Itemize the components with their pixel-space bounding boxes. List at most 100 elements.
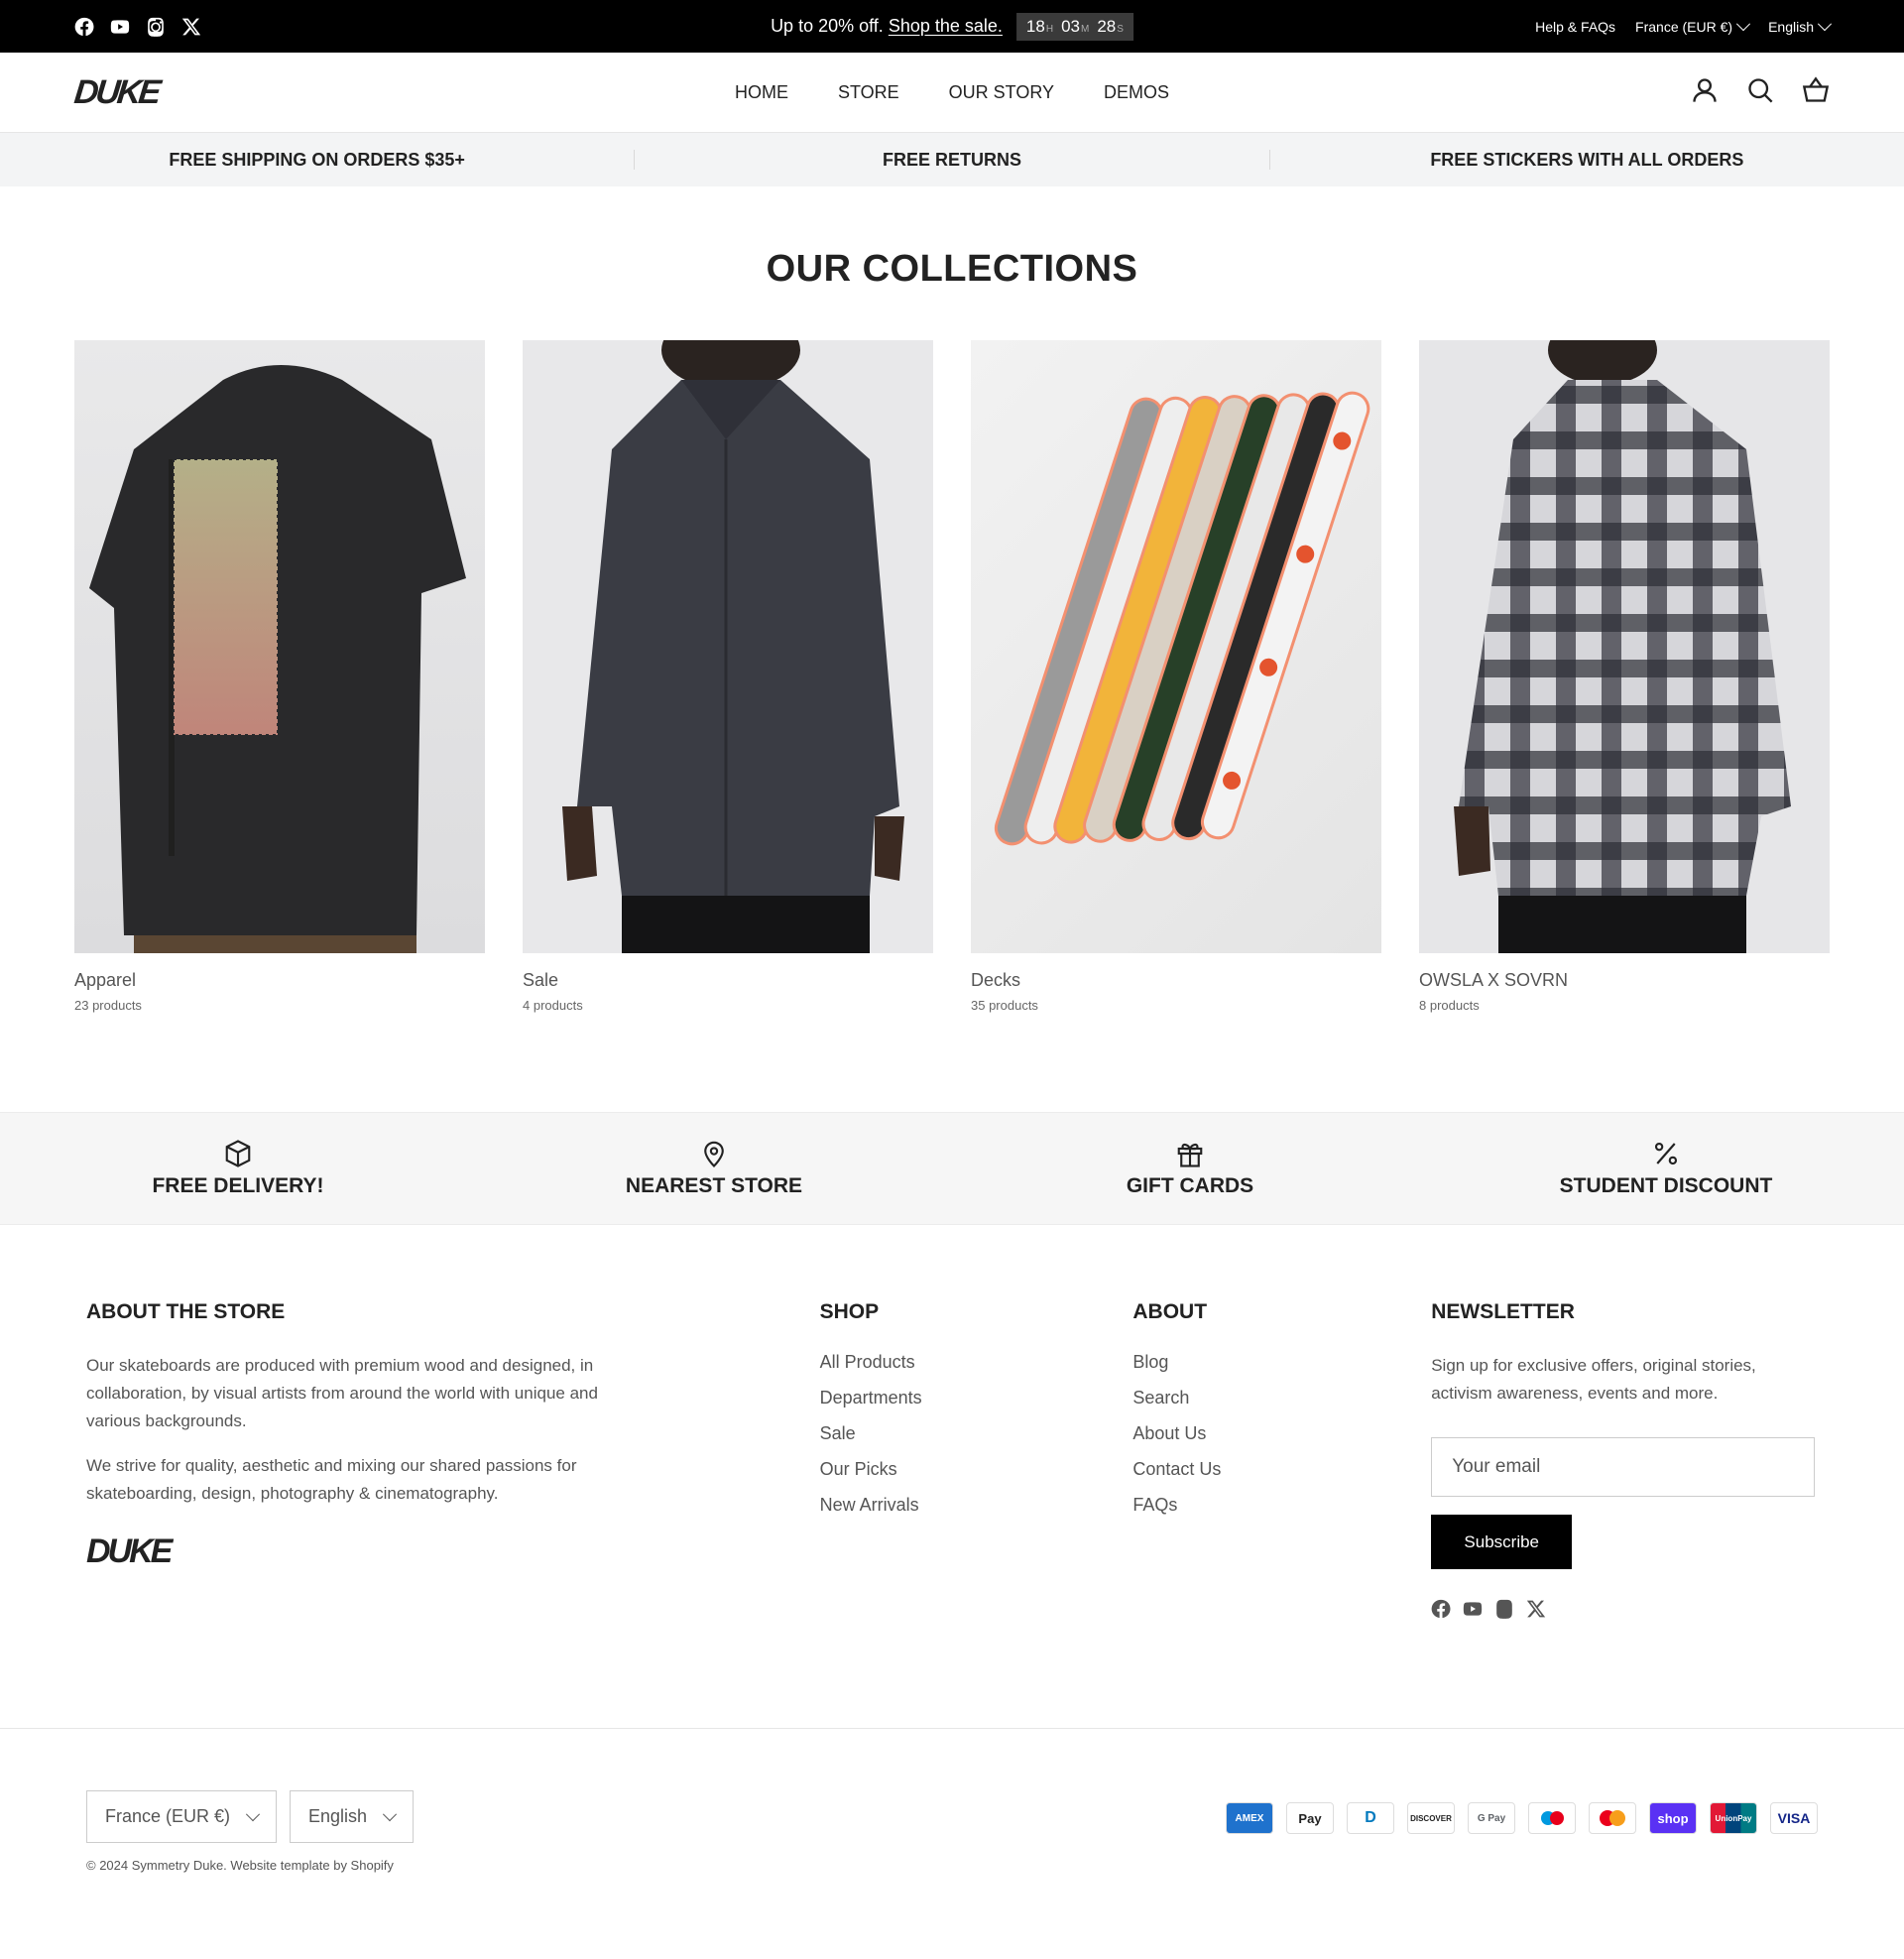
shop-pay-icon: shop	[1649, 1802, 1697, 1834]
location-pin-icon	[704, 1141, 724, 1168]
language-selector[interactable]: English	[1768, 16, 1833, 35]
footer-about: ABOUT THE STORE Our skateboards are prod…	[86, 1300, 820, 1624]
search-icon[interactable]	[1746, 76, 1774, 109]
collection-count: 35 products	[971, 998, 1038, 1013]
account-icon[interactable]	[1691, 76, 1719, 109]
maestro-icon	[1528, 1802, 1576, 1834]
footer-about-text: Our skateboards are produced with premiu…	[86, 1356, 598, 1430]
youtube-icon[interactable]	[1463, 1599, 1483, 1624]
nav-home[interactable]: HOME	[735, 82, 788, 103]
instagram-icon[interactable]	[1494, 1599, 1514, 1624]
countdown-minutes: 03	[1061, 16, 1080, 36]
collection-name: Sale	[523, 970, 559, 990]
feature-free-delivery[interactable]: FREE DELIVERY!	[0, 1139, 476, 1198]
gift-icon	[1177, 1143, 1203, 1167]
social-links	[74, 17, 201, 37]
nav-our-story[interactable]: OUR STORY	[949, 82, 1054, 103]
feature-gift-cards[interactable]: GIFT CARDS	[952, 1139, 1428, 1198]
facebook-icon[interactable]	[1431, 1599, 1451, 1624]
youtube-icon[interactable]	[110, 17, 130, 37]
collection-count: 8 products	[1419, 998, 1480, 1013]
header-icons	[1691, 75, 1830, 109]
footer: ABOUT THE STORE Our skateboards are prod…	[0, 1225, 1904, 1624]
x-icon[interactable]	[181, 17, 201, 37]
amex-icon: AMEX	[1226, 1802, 1273, 1834]
utility-links: Help & FAQs France (EUR €) English	[1535, 16, 1833, 35]
newsletter-text: Sign up for exclusive offers, original s…	[1431, 1356, 1756, 1403]
announcement-bar: Up to 20% off. Shop the sale. 18H 03M 28…	[0, 0, 1904, 53]
help-faqs-link[interactable]: Help & FAQs	[1535, 19, 1615, 35]
shop-sale-link[interactable]: Shop the sale.	[889, 16, 1003, 36]
footer-link-new-arrivals[interactable]: New Arrivals	[820, 1495, 919, 1515]
footer-about-text-2: We strive for quality, aesthetic and mix…	[86, 1456, 577, 1503]
collection-card-owsla-x-sovrn[interactable]: OWSLA X SOVRN 8 products	[1419, 340, 1830, 1013]
footer-link-about-us[interactable]: About Us	[1132, 1423, 1206, 1443]
footer-link-sale[interactable]: Sale	[820, 1423, 856, 1443]
cart-icon[interactable]	[1802, 75, 1830, 109]
footer-about-title: ABOUT THE STORE	[86, 1300, 286, 1323]
countdown-hours: 18	[1025, 16, 1045, 36]
collection-image	[74, 340, 485, 953]
subscribe-button[interactable]: Subscribe	[1431, 1515, 1573, 1569]
chevron-down-icon	[245, 1806, 261, 1821]
footer-shop-title: SHOP	[819, 1300, 880, 1323]
feature-student-discount[interactable]: STUDENT DISCOUNT	[1428, 1139, 1904, 1198]
footer-language-selector[interactable]: English	[290, 1790, 415, 1843]
collection-name: Decks	[971, 970, 1021, 990]
language-label: English	[1768, 18, 1814, 35]
email-field[interactable]: Your email	[1431, 1437, 1816, 1497]
countdown-hours-unit: H	[1045, 23, 1054, 35]
footer-link-blog[interactable]: Blog	[1132, 1352, 1168, 1372]
footer-link-faqs[interactable]: FAQs	[1132, 1495, 1177, 1515]
countdown-seconds-unit: S	[1117, 23, 1124, 35]
footer-selectors: France (EUR €) English	[86, 1790, 415, 1843]
collection-card-sale[interactable]: Sale 4 products	[523, 340, 933, 1013]
footer-country-selector[interactable]: France (EUR €)	[86, 1790, 278, 1843]
promo-banner: Up to 20% off. Shop the sale. 18H 03M 28…	[771, 12, 1133, 41]
chevron-down-icon	[383, 1806, 398, 1821]
union-pay-icon: UnionPay	[1710, 1802, 1757, 1834]
nav-demos[interactable]: DEMOS	[1104, 82, 1169, 103]
collection-name: OWSLA X SOVRN	[1419, 970, 1569, 990]
usp-shipping: FREE SHIPPING ON ORDERS $35+	[0, 150, 636, 170]
collection-card-apparel[interactable]: Apparel 23 products	[74, 340, 485, 1013]
footer-link-our-picks[interactable]: Our Picks	[820, 1459, 897, 1479]
facebook-icon[interactable]	[74, 17, 94, 37]
collection-name: Apparel	[74, 970, 137, 990]
footer-link-contact-us[interactable]: Contact Us	[1132, 1459, 1221, 1479]
footer-newsletter: NEWSLETTER Sign up for exclusive offers,…	[1431, 1300, 1818, 1624]
nav-store[interactable]: STORE	[838, 82, 899, 103]
discover-icon: DISCOVER	[1407, 1802, 1455, 1834]
collection-count: 23 products	[74, 998, 142, 1013]
logo[interactable]: DUKE	[72, 73, 160, 112]
google-pay-icon: G Pay	[1468, 1802, 1515, 1834]
chevron-down-icon	[1817, 16, 1833, 31]
collection-image	[523, 340, 933, 953]
collections-title: OUR COLLECTIONS	[766, 248, 1138, 290]
feature-label: FREE DELIVERY!	[152, 1174, 324, 1197]
footer-about-links: ABOUT Blog Search About Us Contact Us FA…	[1132, 1300, 1431, 1624]
collection-image	[1419, 340, 1830, 953]
apple-pay-icon: Pay	[1286, 1802, 1334, 1834]
collection-card-decks[interactable]: Decks 35 products	[971, 340, 1381, 1013]
instagram-icon[interactable]	[146, 17, 166, 37]
sale-countdown: 18H 03M 28S	[1015, 12, 1133, 41]
country-label: France (EUR €)	[1635, 18, 1733, 35]
collection-image	[971, 340, 1381, 953]
payment-icons: AMEX Pay D DISCOVER G Pay shop UnionPay …	[1226, 1802, 1818, 1843]
footer-link-all-products[interactable]: All Products	[820, 1352, 915, 1372]
features-bar: FREE DELIVERY! NEAREST STORE GIFT CARDS …	[0, 1112, 1904, 1225]
main-nav: HOME STORE OUR STORY DEMOS	[735, 82, 1169, 103]
footer-link-departments[interactable]: Departments	[820, 1388, 922, 1408]
chevron-down-icon	[1736, 16, 1751, 31]
footer-about-links-title: ABOUT	[1132, 1300, 1208, 1323]
collection-count: 4 products	[523, 998, 583, 1013]
country-selector[interactable]: France (EUR €)	[1635, 16, 1751, 35]
footer-link-search[interactable]: Search	[1132, 1388, 1189, 1408]
usp-returns: FREE RETURNS	[635, 150, 1270, 170]
footer-social-links	[1431, 1599, 1818, 1624]
x-icon[interactable]	[1526, 1599, 1546, 1624]
feature-nearest-store[interactable]: NEAREST STORE	[476, 1139, 952, 1198]
country-label: France (EUR €)	[105, 1806, 231, 1826]
visa-icon: VISA	[1770, 1802, 1818, 1834]
